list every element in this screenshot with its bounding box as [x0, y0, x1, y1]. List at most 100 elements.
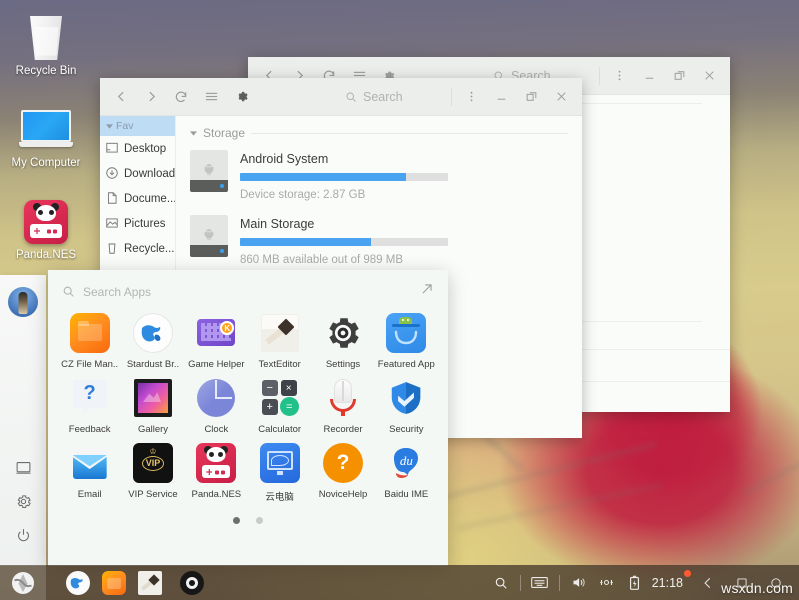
file-manager-search-placeholder: Search: [363, 89, 403, 104]
app-grid: CZ File Man.. Stardust Br.. K Game Helpe…: [48, 305, 448, 503]
text-editor-icon: [260, 313, 300, 353]
app-recorder[interactable]: Recorder: [311, 378, 374, 435]
file-manager-search[interactable]: Search: [337, 90, 447, 104]
stardust-browser-icon: [132, 313, 173, 353]
app-label: TextEditor: [258, 359, 301, 370]
app-label: CZ File Man..: [61, 359, 119, 370]
app-game-helper[interactable]: K Game Helper: [185, 313, 248, 370]
app-drawer-page-dots: [48, 517, 448, 524]
app-settings[interactable]: Settings: [311, 313, 374, 370]
power-icon[interactable]: [3, 518, 43, 552]
search-icon[interactable]: [488, 565, 514, 600]
clock-time: 21:18: [651, 575, 683, 590]
desktop-icon-label: Recycle Bin: [15, 65, 77, 77]
sidebar-item-pictures[interactable]: Pictures: [100, 211, 175, 236]
app-label: NoviceHelp: [318, 489, 368, 500]
more-options-button[interactable]: [456, 82, 486, 112]
sidebar-item-documents[interactable]: Docume...: [100, 186, 175, 211]
app-text-editor[interactable]: TextEditor: [248, 313, 311, 370]
sidebar-group-fav[interactable]: Fav: [100, 116, 175, 136]
keyboard-icon[interactable]: [527, 565, 553, 600]
menu-button[interactable]: [196, 82, 226, 112]
desktop-icon-recycle-bin[interactable]: Recycle Bin: [0, 8, 92, 77]
app-baidu-ime[interactable]: du Baidu IME: [375, 443, 438, 503]
app-security[interactable]: Security: [375, 378, 438, 435]
launcher-icon[interactable]: [0, 565, 46, 600]
taskbar-app-text-editor[interactable]: [132, 565, 168, 600]
avatar[interactable]: [8, 287, 38, 317]
taskbar-app-cz-file-manager[interactable]: [96, 565, 132, 600]
refresh-button[interactable]: [166, 82, 196, 112]
close-button[interactable]: [546, 82, 576, 112]
maximize-button[interactable]: [664, 61, 694, 91]
brightness-icon[interactable]: [594, 565, 620, 600]
app-cz-file-manager[interactable]: CZ File Man..: [58, 313, 121, 370]
page-dot-1[interactable]: [233, 517, 240, 524]
close-button[interactable]: [694, 61, 724, 91]
desktop-icon-panda-nes[interactable]: Panda.NES: [0, 192, 92, 261]
app-stardust-browser[interactable]: Stardust Br..: [121, 313, 184, 370]
storage-item[interactable]: Main Storage 860 MB available out of 989…: [190, 215, 568, 266]
system-tray: 21:18: [488, 565, 691, 600]
gear-icon[interactable]: [226, 82, 256, 112]
search-icon: [346, 92, 356, 102]
volume-icon[interactable]: [566, 565, 592, 600]
app-vip-service[interactable]: ♔ VIP VIP Service: [121, 443, 184, 503]
app-panda-nes[interactable]: Panda.NES: [185, 443, 248, 503]
storage-section-header[interactable]: Storage: [190, 126, 568, 140]
page-dot-2[interactable]: [256, 517, 263, 524]
app-gallery[interactable]: Gallery: [121, 378, 184, 435]
more-options-button[interactable]: [604, 61, 634, 91]
maximize-button[interactable]: [516, 82, 546, 112]
app-novice-help[interactable]: ? NoviceHelp: [311, 443, 374, 503]
taskbar-app-stardust-browser[interactable]: [60, 565, 96, 600]
vip-service-icon: ♔ VIP: [132, 443, 173, 483]
back-button[interactable]: [106, 82, 136, 112]
storage-item-sub: 860 MB available out of 989 MB: [240, 254, 404, 266]
minimize-button[interactable]: [486, 82, 516, 112]
expand-arrow-icon[interactable]: [420, 282, 434, 301]
recycle-bin-icon: [0, 8, 92, 60]
minimize-button[interactable]: [634, 61, 664, 91]
cz-file-manager-icon: [102, 570, 126, 595]
storage-progress-bar: [240, 173, 448, 181]
sidebar-item-desktop[interactable]: Desktop: [100, 136, 175, 161]
storage-progress-bar: [240, 238, 448, 246]
app-cloud-pc[interactable]: 云电脑: [248, 443, 311, 503]
desktop-icon-label: My Computer: [11, 157, 81, 169]
notification-badge: [684, 569, 691, 577]
clock[interactable]: 21:18: [650, 569, 691, 590]
app-clock[interactable]: Clock: [185, 378, 248, 435]
app-featured-app[interactable]: Featured App: [375, 313, 438, 370]
nav-back-icon[interactable]: [701, 576, 715, 590]
app-email[interactable]: Email: [58, 443, 121, 503]
forward-button[interactable]: [136, 82, 166, 112]
search-apps-input[interactable]: Search Apps: [62, 285, 420, 299]
display-icon[interactable]: [3, 450, 43, 484]
app-label: Game Helper: [188, 359, 245, 370]
gallery-icon: [133, 378, 173, 418]
storage-item[interactable]: Android System Device storage: 2.87 GB: [190, 150, 568, 201]
sidebar-item-download[interactable]: Download: [100, 161, 175, 186]
app-feedback[interactable]: ? Feedback: [58, 378, 121, 435]
settings-gear-icon: [323, 313, 363, 353]
file-manager-toolbar: Search: [100, 78, 582, 116]
nav-recents-icon[interactable]: [769, 576, 783, 590]
desktop-icon-my-computer[interactable]: My Computer: [0, 100, 92, 169]
app-calculator[interactable]: − × + = Calculator: [248, 378, 311, 435]
recycle-icon: [105, 241, 119, 256]
app-drawer-header: Search Apps: [48, 270, 448, 305]
app-label: 云电脑: [265, 492, 294, 503]
feedback-icon: ?: [70, 378, 110, 418]
app-label: Feedback: [68, 424, 111, 435]
calculator-icon: − × + =: [260, 378, 300, 418]
chevron-down-icon: [106, 123, 113, 129]
settings-gear-icon[interactable]: [3, 484, 43, 518]
android-thumbnail-icon: [190, 150, 228, 192]
document-icon: [105, 191, 119, 206]
android-nav-bar: [687, 576, 799, 590]
sidebar-item-recycle[interactable]: Recycle...: [100, 236, 175, 261]
battery-icon[interactable]: [622, 565, 648, 600]
nav-home-icon[interactable]: [735, 576, 749, 590]
taskbar-app-recorder[interactable]: [174, 565, 210, 600]
